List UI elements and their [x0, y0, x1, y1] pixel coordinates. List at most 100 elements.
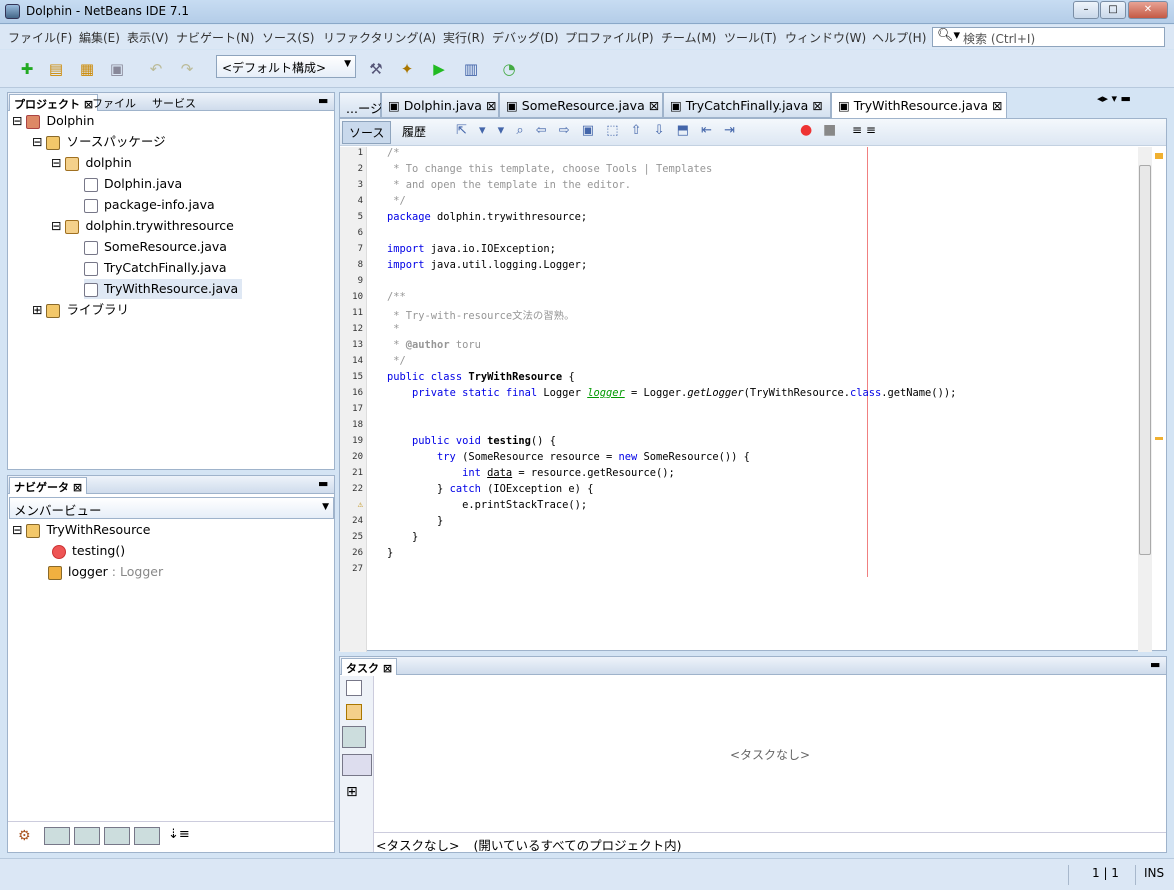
filter-icon[interactable]	[342, 754, 372, 776]
config-dropdown[interactable]: <デフォルト構成> ▼	[216, 55, 356, 78]
history-button[interactable]: 履歴	[402, 123, 426, 140]
maximize-button[interactable]: □	[1100, 1, 1126, 19]
debug-icon[interactable]: ▥	[460, 58, 482, 80]
tree-item-trywithresource[interactable]: TryWithResource.java	[84, 279, 243, 299]
editor-tab-someresource[interactable]: ▣ SomeResource.java ⊠	[499, 92, 663, 118]
menu-edit[interactable]: 編集(E)	[79, 29, 120, 46]
navigator-panel: ナビゲータ ⊠ ▬ メンバービュー ▼ ⊟ TryWithResource te…	[7, 475, 335, 853]
file-scope-icon[interactable]	[346, 680, 362, 696]
tab-tasks[interactable]: タスク ⊠	[341, 658, 398, 675]
tab-projects[interactable]: プロジェクト ⊠	[9, 94, 99, 111]
projects-tab-header: プロジェクト ⊠ ファイル サービス ▬	[8, 93, 334, 111]
tree-item-dolphin[interactable]: ⊟ Dolphin	[12, 111, 94, 131]
tab-files[interactable]: ファイル	[88, 94, 140, 111]
redo-icon[interactable]: ↷	[176, 58, 198, 80]
search-field[interactable]: 🔍︎▾ 検索 (Ctrl+I)	[932, 27, 1165, 47]
status-divider	[1135, 865, 1136, 885]
menu-source[interactable]: ソース(S)	[262, 29, 314, 46]
menu-run[interactable]: 実行(R)	[443, 29, 485, 46]
nav-item-logger[interactable]: logger : Logger	[48, 562, 163, 582]
menu-help[interactable]: ヘルプ(H)	[872, 29, 926, 46]
tree-item-someresource[interactable]: SomeResource.java	[84, 237, 227, 257]
tab-scroll-icon[interactable]: ◂▸ ▾ ▬	[1097, 92, 1131, 105]
hierarchy-icon[interactable]: ⚙	[18, 828, 31, 844]
tree-item-libraries[interactable]: ⊞ ライブラリ	[32, 300, 129, 320]
sort-icon[interactable]: ⇣≡	[168, 827, 190, 842]
tab-label: SomeResource.java	[521, 98, 645, 113]
tree-item-package-trywithresource[interactable]: ⊟ dolphin.trywithresource	[51, 216, 234, 236]
menu-window[interactable]: ウィンドウ(W)	[785, 29, 866, 46]
editor-tab-overflow[interactable]: ...ージ	[339, 92, 383, 118]
new-project-icon[interactable]: ▤	[45, 58, 67, 80]
tree-label: Dolphin.java	[104, 176, 183, 191]
navigator-filter-bar: ⚙ ⇣≡	[8, 821, 334, 852]
clean-build-icon[interactable]: ✦	[396, 58, 418, 80]
minimize-panel-icon[interactable]: ▬	[318, 94, 328, 107]
menu-team[interactable]: チーム(M)	[661, 29, 716, 46]
minimize-panel-icon[interactable]: ▬	[1150, 658, 1160, 671]
tasks-panel: タスク ⊠ ▬ ⊞ <タスクなし> <タスクなし> (開いているすべてのプロジェ…	[339, 656, 1167, 853]
title-bar: Dolphin - NetBeans IDE 7.1 – □ ✕	[0, 0, 1174, 24]
filter-static-icon[interactable]	[74, 827, 100, 845]
error-stripe-mark[interactable]	[1155, 153, 1163, 159]
member-view-dropdown[interactable]: メンバービュー ▼	[9, 497, 334, 519]
all-projects-scope-icon[interactable]	[342, 726, 366, 748]
tab-tasks-label: タスク	[346, 662, 379, 675]
search-placeholder: 検索 (Ctrl+I)	[963, 32, 1036, 46]
tree-label: dolphin	[85, 155, 132, 170]
filter-nonpublic-icon[interactable]	[104, 827, 130, 845]
menu-navigate[interactable]: ナビゲート(N)	[176, 29, 254, 46]
new-file-icon[interactable]: ✚	[16, 58, 38, 80]
tab-navigator[interactable]: ナビゲータ ⊠	[9, 477, 88, 494]
menu-view[interactable]: 表示(V)	[127, 29, 169, 46]
tree-item-package-dolphin[interactable]: ⊟ dolphin	[51, 153, 132, 173]
record-macro-icon[interactable]: ●	[800, 122, 812, 138]
scrollbar-thumb[interactable]	[1139, 165, 1151, 555]
insert-mode: INS	[1144, 866, 1165, 880]
editor-tab-trycatchfinally[interactable]: ▣ TryCatchFinally.java ⊠	[663, 92, 831, 118]
project-scope-icon[interactable]	[346, 704, 362, 720]
tasks-tab-header: タスク ⊠ ▬	[340, 657, 1166, 675]
nav-item-class[interactable]: ⊟ TryWithResource	[12, 520, 151, 540]
editor-tab-trywithresource[interactable]: ▣ TryWithResource.java ⊠	[831, 92, 1007, 118]
minimize-panel-icon[interactable]: ▬	[318, 477, 328, 490]
tree-label: TryCatchFinally.java	[104, 260, 227, 275]
nav-item-testing[interactable]: testing()	[52, 541, 125, 561]
editor-tool-icons[interactable]: ⇱ ▾ ▾ ⌕ ⇦ ⇨ ▣ ⬚ ⇧ ⇩ ⬒ ⇤ ⇥	[456, 123, 739, 138]
build-icon[interactable]: ⚒	[365, 58, 387, 80]
close-button[interactable]: ✕	[1128, 1, 1168, 19]
editor-tab-dolphin[interactable]: ▣ Dolphin.java ⊠	[381, 92, 499, 118]
comment-icons[interactable]: ≡ ≡	[852, 123, 876, 137]
tree-item-trycatchfinally[interactable]: TryCatchFinally.java	[84, 258, 226, 278]
code-editor[interactable]: ソース 履歴 ⇱ ▾ ▾ ⌕ ⇦ ⇨ ▣ ⬚ ⇧ ⇩ ⬒ ⇤ ⇥ ● ■ ≡ ≡…	[339, 118, 1167, 652]
run-icon[interactable]: ▶	[428, 58, 450, 80]
group-icon[interactable]: ⊞	[346, 784, 358, 800]
nav-label: logger	[68, 564, 108, 579]
save-all-icon[interactable]: ▣	[106, 58, 128, 80]
tree-item-source-packages[interactable]: ⊟ ソースパッケージ	[32, 132, 166, 152]
menu-tools[interactable]: ツール(T)	[724, 29, 777, 46]
tasks-footer: <タスクなし> (開いているすべてのプロジェクト内)	[374, 832, 1166, 853]
code-area[interactable]: 1/* 2 * To change this template, choose …	[340, 147, 1130, 577]
tab-services[interactable]: サービス	[148, 94, 200, 111]
member-view-value: メンバービュー	[14, 503, 102, 518]
profile-icon[interactable]: ◔	[498, 58, 520, 80]
filter-fields-icon[interactable]	[44, 827, 70, 845]
stop-macro-icon[interactable]: ■	[823, 122, 836, 138]
menu-profile[interactable]: プロファイル(P)	[565, 29, 654, 46]
filter-inherited-icon[interactable]	[134, 827, 160, 845]
tree-label: SomeResource.java	[104, 239, 227, 254]
config-value: <デフォルト構成>	[222, 61, 327, 75]
status-bar: 1 | 1 INS	[0, 858, 1174, 890]
vertical-scrollbar[interactable]	[1138, 147, 1152, 652]
menu-refactor[interactable]: リファクタリング(A)	[323, 29, 436, 46]
tree-item-dolphin-java[interactable]: Dolphin.java	[84, 174, 182, 194]
source-button[interactable]: ソース	[342, 121, 392, 144]
menu-debug[interactable]: デバッグ(D)	[492, 29, 559, 46]
minimize-button[interactable]: –	[1073, 1, 1099, 19]
menu-file[interactable]: ファイル(F)	[8, 29, 72, 46]
tree-item-package-info[interactable]: package-info.java	[84, 195, 215, 215]
open-project-icon[interactable]: ▦	[76, 58, 98, 80]
warning-stripe-mark[interactable]	[1155, 437, 1163, 440]
undo-icon[interactable]: ↶	[145, 58, 167, 80]
